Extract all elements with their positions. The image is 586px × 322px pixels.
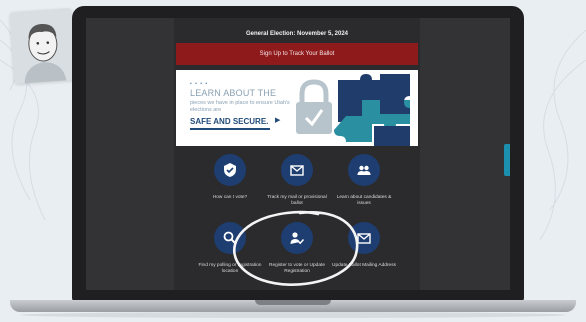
safe-and-secure-banner[interactable]: • • • • LEARN ABOUT THE pieces we have i…	[176, 70, 418, 146]
puzzle-pieces-icon	[334, 74, 410, 146]
banner-safe-secure: SAFE AND SECURE.	[190, 117, 269, 126]
tile-label: Learn about candidates & issues	[336, 195, 392, 206]
tile-update-mailing-address[interactable]: Update Ballot Mailing Address	[324, 222, 404, 269]
tile-label: Update Ballot Mailing Address	[332, 263, 396, 268]
cartoon-face-icon	[9, 7, 77, 85]
tile-learn-candidates[interactable]: Learn about candidates & issues	[324, 154, 404, 207]
laptop-notch	[255, 300, 331, 305]
checkmark-badge-icon	[214, 154, 246, 186]
banner-underline	[190, 128, 270, 130]
side-feedback-tab[interactable]	[504, 144, 510, 176]
avatar	[9, 7, 77, 85]
people-icon	[348, 154, 380, 186]
laptop-shadow	[20, 312, 566, 318]
banner-subtext: pieces we have in place to ensure Utah's…	[190, 100, 290, 113]
lock-puzzle-illustration	[290, 70, 418, 146]
envelope-icon	[281, 154, 313, 186]
banner-dots: • • • •	[190, 81, 209, 87]
web-page: General Election: November 5, 2024 Sign …	[174, 18, 420, 290]
banner-arrow-icon: ▶	[275, 117, 281, 124]
person-check-icon	[281, 222, 313, 254]
sign-up-track-ballot-button[interactable]: Sign Up to Track Your Ballot	[176, 43, 418, 65]
banner-heading: LEARN ABOUT THE	[190, 88, 277, 98]
election-notice: General Election: November 5, 2024	[245, 31, 349, 37]
mail-icon	[348, 222, 380, 254]
search-icon	[214, 222, 246, 254]
laptop-screen: General Election: November 5, 2024 Sign …	[86, 18, 510, 290]
